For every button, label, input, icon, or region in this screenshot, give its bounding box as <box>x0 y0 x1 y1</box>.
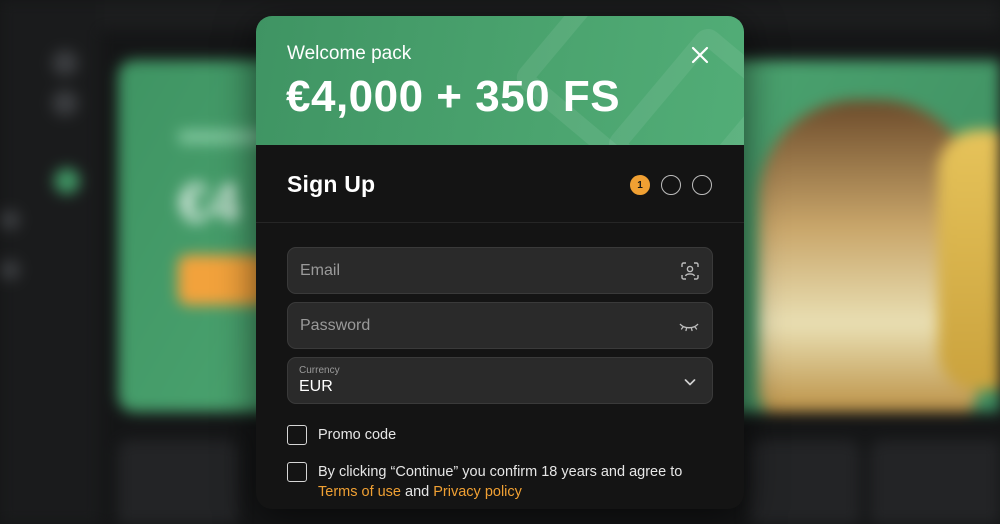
terms-of-use-link[interactable]: Terms of use <box>318 484 401 500</box>
promo-code-label[interactable]: Promo code <box>318 425 396 445</box>
step-2 <box>661 175 681 195</box>
background-card <box>750 440 860 524</box>
terms-and-text: and <box>405 484 430 500</box>
background-nav-icon <box>52 90 78 116</box>
welcome-pack-label: Welcome pack <box>287 43 412 64</box>
background-banner-button <box>178 255 268 305</box>
terms-row: By clicking “Continue” you confirm 18 ye… <box>287 462 682 502</box>
welcome-pack-amount: €4,000 + 350 FS <box>286 72 621 121</box>
background-banner-title: €4 <box>178 171 241 234</box>
background-nav-icon <box>0 210 20 230</box>
background-character-image <box>938 130 1000 390</box>
promo-code-checkbox[interactable] <box>287 425 307 445</box>
step-1: 1 <box>630 175 650 195</box>
terms-checkbox[interactable] <box>287 462 307 482</box>
background-nav-icon <box>52 50 78 76</box>
background-nav-icon <box>0 260 20 280</box>
password-field[interactable]: Password <box>287 302 713 349</box>
currency-select[interactable]: Currency EUR <box>287 357 713 404</box>
background-nav-icon <box>54 168 80 194</box>
background-card <box>870 440 1000 524</box>
face-scan-icon[interactable] <box>680 261 700 281</box>
terms-text-before: By clicking “Continue” you confirm 18 ye… <box>318 464 683 480</box>
background-card <box>118 440 238 524</box>
signup-modal: Welcome pack €4,000 + 350 FS Sign Up 1 E… <box>256 16 744 509</box>
password-placeholder: Password <box>300 317 371 334</box>
terms-text: By clicking “Continue” you confirm 18 ye… <box>318 462 682 502</box>
currency-value: EUR <box>299 378 333 395</box>
background-sidebar <box>0 0 100 524</box>
privacy-policy-link[interactable]: Privacy policy <box>433 484 522 500</box>
signup-header: Sign Up 1 <box>256 145 744 223</box>
currency-label: Currency <box>299 365 340 376</box>
email-placeholder: Email <box>300 262 341 279</box>
close-button[interactable] <box>688 43 712 67</box>
chevron-down-icon <box>684 379 696 386</box>
promo-code-row: Promo code <box>287 425 396 445</box>
step-indicator: 1 <box>630 175 712 195</box>
email-field[interactable]: Email <box>287 247 713 294</box>
welcome-pack-header: Welcome pack €4,000 + 350 FS <box>256 16 744 145</box>
step-3 <box>692 175 712 195</box>
signup-title: Sign Up <box>287 171 376 197</box>
eye-closed-icon[interactable] <box>678 316 700 336</box>
close-icon <box>691 46 709 64</box>
